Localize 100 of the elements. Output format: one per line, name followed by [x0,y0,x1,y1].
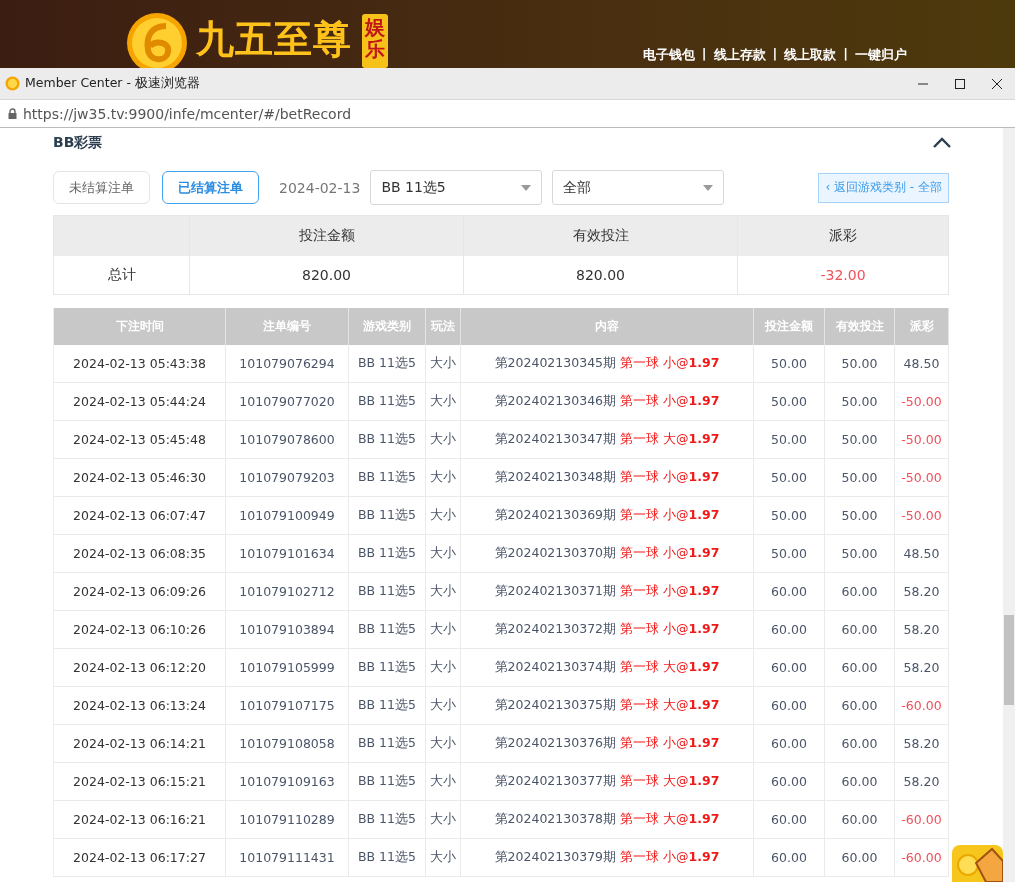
brand-name: 九五至尊 [196,15,352,63]
game-text: BB 11选5 [358,393,416,410]
game-text: BB 11选5 [358,659,416,676]
play-text: 大小 [430,431,456,448]
payout-text: 58.20 [903,584,940,599]
nav-link[interactable]: 线上取款 [784,46,837,64]
period-text: 第202402130377期 [494,773,617,790]
time-text: 2024-02-13 05:43:38 [73,356,206,371]
bet-text: 第一球 小@1.97 [620,545,720,562]
chevron-icon[interactable] [933,137,951,149]
game-text: BB 11选5 [358,431,416,448]
game-text: BB 11选5 [358,811,416,828]
valid-text: 60.00 [841,698,878,713]
play-text: 大小 [430,659,456,676]
amount-text: 50.00 [771,432,807,447]
game-text: BB 11选5 [358,507,416,524]
bet-number: 101079102712 [239,584,335,599]
game-text: BB 11选5 [358,469,416,486]
period-text: 第202402130371期 [494,583,617,600]
time-text: 2024-02-13 06:07:47 [73,508,206,523]
time-text: 2024-02-13 05:45:48 [73,432,206,447]
section-title: BB彩票 [53,134,103,152]
game-text: BB 11选5 [358,697,416,714]
amount-text: 50.00 [771,546,807,561]
maximize-icon[interactable] [953,77,966,90]
amount-text: 50.00 [771,356,807,371]
header-cell: 投注金额 [298,227,355,245]
payout-text: 48.50 [903,546,940,561]
valid-text: 50.00 [841,546,878,561]
dropdown[interactable]: BB 11选5 [370,170,543,205]
nav-link[interactable]: 电子钱包 [642,46,695,64]
period-text: 第202402130375期 [494,697,617,714]
payout-text: 58.20 [903,736,940,751]
bet-text: 第一球 小@1.97 [620,469,720,486]
period-text: 第202402130372期 [494,621,617,638]
play-text: 大小 [430,507,456,524]
close-icon[interactable] [990,77,1003,90]
time-text: 2024-02-13 06:09:26 [73,584,206,599]
bet-number: 101079101634 [239,546,335,561]
play-text: 大小 [430,773,456,790]
amount-text: 60.00 [771,698,807,713]
header-cell: 派彩 [829,227,857,245]
time-text: 2024-02-13 06:10:26 [73,622,206,637]
period-text: 第202402130346期 [494,393,617,410]
brand-badge: 娱乐 [362,14,388,68]
browser-icon [5,76,20,91]
caret-icon [521,184,532,191]
period-text: 第202402130348期 [494,469,617,486]
time-text: 2024-02-13 06:12:20 [73,660,206,675]
play-text: 大小 [430,469,456,486]
period-text: 第202402130369期 [494,507,617,524]
time-text: 2024-02-13 05:46:30 [73,470,206,485]
header-cell: 有效投注 [572,227,629,245]
bet-text: 第一球 大@1.97 [620,811,720,828]
amount-text: 60.00 [771,622,807,637]
dropdown[interactable]: 全部 [552,170,725,205]
payout-text: -50.00 [901,470,942,485]
valid-text: 50.00 [841,356,878,371]
period-text: 第202402130379期 [494,849,617,866]
filter-tab[interactable]: 未结算注单 [53,171,150,204]
bet-text: 第一球 大@1.97 [620,697,720,714]
valid-text: 60.00 [841,850,878,865]
bet-text: 第一球 大@1.97 [620,431,720,448]
period-text: 第202402130370期 [494,545,617,562]
nav-link[interactable]: 一键归户 [855,46,907,64]
game-text: BB 11选5 [358,621,416,638]
gift-icon[interactable] [952,845,1003,882]
amount-text: 50.00 [771,470,807,485]
amount-text: 60.00 [771,812,807,827]
address-field[interactable]: https://jw35.tv:9900/infe/mcenter/#/betRecord [23,105,352,122]
period-text: 第202402130378期 [494,811,617,828]
bet-number: 101079077020 [239,394,335,409]
valid-text: 60.00 [841,736,878,751]
window-title: Member Center - 极速浏览器 [25,75,200,92]
payout-text: -50.00 [901,432,942,447]
total-value: -32.00 [820,267,866,283]
time-text: 2024-02-13 06:14:21 [73,736,206,751]
game-text: BB 11选5 [358,545,416,562]
bet-number: 101079108058 [239,736,335,751]
bet-number: 101079079203 [239,470,335,485]
valid-text: 60.00 [841,774,878,789]
bet-number: 101079105999 [239,660,335,675]
logo-icon [126,12,188,68]
total-value: 820.00 [576,267,625,283]
valid-text: 60.00 [841,812,878,827]
bet-number: 101079078600 [239,432,335,447]
period-text: 第202402130347期 [494,431,617,448]
valid-text: 50.00 [841,432,878,447]
time-text: 2024-02-13 06:17:27 [73,850,206,865]
nav-link[interactable]: 线上存款 [713,46,766,64]
play-text: 大小 [430,583,456,600]
scrollbar-thumb[interactable] [1004,615,1014,705]
payout-text: -60.00 [901,698,942,713]
bet-number: 101079109163 [239,774,335,789]
date-text: 2024-02-13 [279,179,361,196]
play-text: 大小 [430,849,456,866]
row-label: 总计 [107,266,136,284]
time-text: 2024-02-13 05:44:24 [73,394,206,409]
payout-text: -60.00 [901,850,942,865]
payout-text: 48.50 [903,356,940,371]
